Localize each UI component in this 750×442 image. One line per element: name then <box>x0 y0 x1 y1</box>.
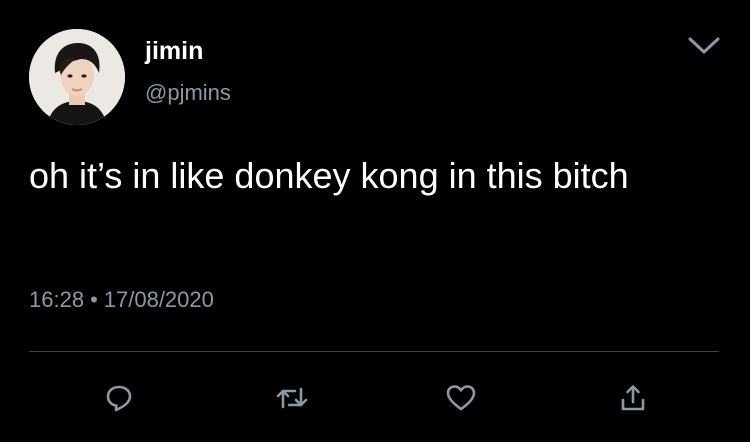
retweet-button[interactable] <box>272 378 312 418</box>
share-icon <box>621 385 645 411</box>
avatar[interactable] <box>29 29 125 125</box>
tweet-timestamp[interactable]: 16:28 • 17/08/2020 <box>29 286 214 314</box>
share-button[interactable] <box>613 378 653 418</box>
avatar-image <box>29 29 125 125</box>
like-button[interactable] <box>441 378 481 418</box>
reply-icon <box>106 385 132 412</box>
display-name[interactable]: jimin <box>145 36 203 66</box>
heart-icon <box>446 385 476 411</box>
reply-button[interactable] <box>99 378 139 418</box>
tweet-date: 17/08/2020 <box>103 287 214 312</box>
tweet-text: oh it’s in like donkey kong in this bitc… <box>29 155 629 196</box>
meta-separator: • <box>90 287 98 312</box>
tweet-card: jimin @pjmins oh it’s in like donkey kon… <box>0 0 750 442</box>
tweet-time: 16:28 <box>29 287 85 312</box>
user-handle[interactable]: @pjmins <box>145 80 231 106</box>
chevron-down-icon[interactable] <box>686 34 722 58</box>
retweet-icon <box>276 387 308 409</box>
divider <box>29 351 719 352</box>
